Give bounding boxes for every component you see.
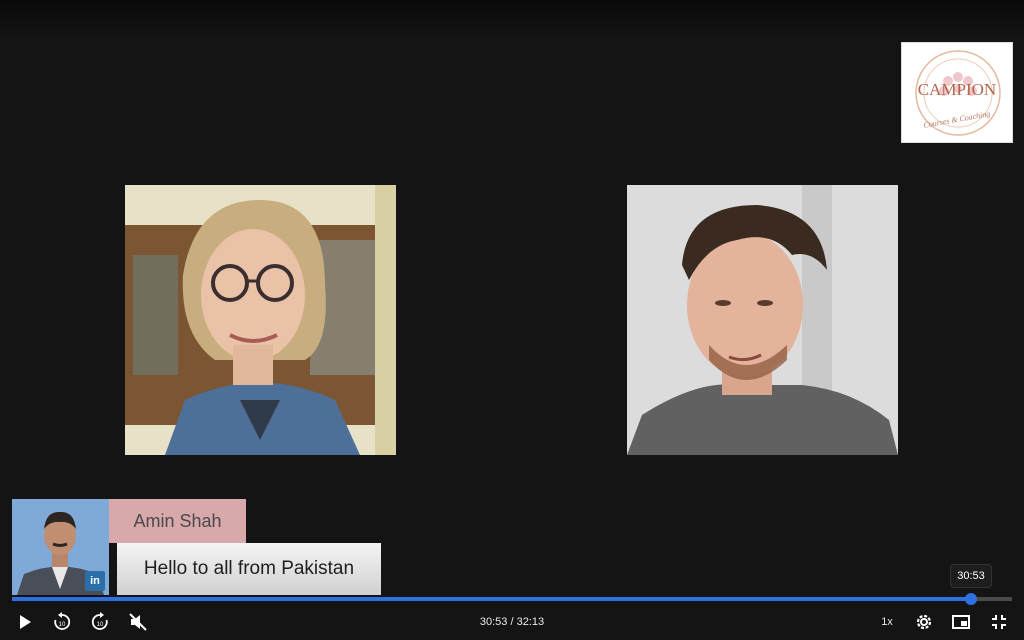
- settings-icon: [916, 614, 932, 630]
- linkedin-icon: in: [85, 571, 105, 591]
- forward-10-button[interactable]: 10: [86, 608, 114, 636]
- commenter-avatar: in: [12, 499, 109, 595]
- forward-10-icon: 10: [91, 612, 108, 630]
- commenter-message: Hello to all from Pakistan: [117, 543, 381, 595]
- seek-time-tooltip: 30:53: [950, 564, 992, 588]
- exit-fullscreen-button[interactable]: [985, 608, 1013, 636]
- commenter-name: Amin Shah: [109, 499, 246, 543]
- mute-icon: [129, 613, 147, 631]
- top-shade: [0, 0, 1024, 40]
- exit-fullscreen-icon: [992, 615, 1006, 629]
- play-icon: [20, 615, 31, 629]
- player-controls: 10 10 30:53 / 32:13 1x: [0, 604, 1024, 640]
- rewind-10-button[interactable]: 10: [48, 608, 76, 636]
- svg-text:10: 10: [97, 622, 104, 628]
- seek-bar[interactable]: [12, 593, 1012, 605]
- seek-bar-progress: [12, 597, 971, 601]
- playback-speed-button[interactable]: 1x: [873, 608, 901, 636]
- participant-video-right: [627, 185, 898, 455]
- mute-button[interactable]: [124, 608, 152, 636]
- logo-text: CAMPION: [917, 79, 997, 99]
- picture-in-picture-icon: [952, 615, 970, 629]
- settings-button[interactable]: [910, 608, 938, 636]
- brand-logo: CAMPION Courses & Coaching: [901, 42, 1013, 143]
- svg-text:10: 10: [59, 622, 66, 628]
- rewind-10-icon: 10: [54, 612, 71, 630]
- time-display: 30:53 / 32:13: [479, 616, 545, 628]
- picture-in-picture-button[interactable]: [947, 608, 975, 636]
- participant-video-left: [125, 185, 396, 455]
- play-button[interactable]: [11, 608, 39, 636]
